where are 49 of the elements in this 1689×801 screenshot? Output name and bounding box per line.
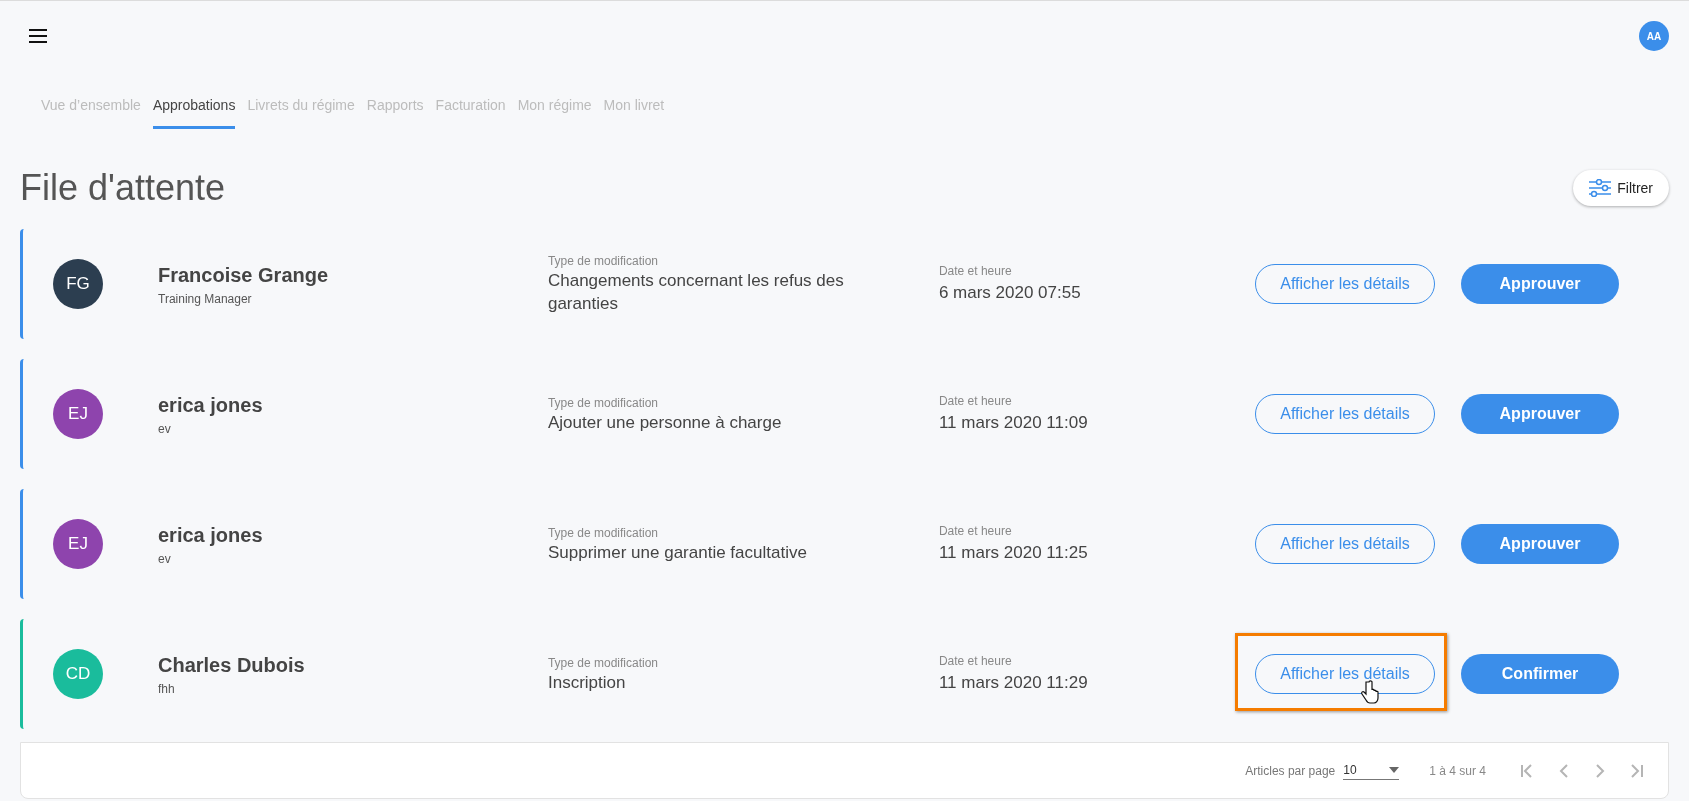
caret-icon — [1389, 767, 1400, 773]
field-label: Type de modification — [547, 394, 659, 412]
page-title: File d'attente — [20, 166, 225, 210]
avatar: EJ — [53, 519, 103, 569]
avatar: CD — [53, 649, 103, 699]
person-name: Charles Dubois — [158, 653, 306, 678]
person-role: Training Manager — [158, 291, 253, 308]
field-label: Date et heure — [938, 653, 1013, 671]
modification-type: Ajouter une personne à charge — [547, 411, 783, 434]
action-button[interactable]: Approuver — [1461, 394, 1619, 434]
avatar: EJ — [53, 389, 103, 439]
field-label: Type de modification — [547, 524, 659, 542]
range-text: 1 à 4 sur 4 — [1429, 762, 1486, 780]
nav-tab[interactable]: Approbations — [152, 95, 236, 129]
nav-tab[interactable]: Vue d’ensemble — [41, 95, 141, 129]
nav-tab[interactable]: Livrets du régime — [247, 95, 355, 129]
person-role: ev — [158, 421, 172, 438]
nav-tab[interactable]: Mon livret — [603, 95, 665, 129]
field-label: Date et heure — [938, 523, 1013, 541]
field-label: Type de modification — [547, 654, 659, 672]
field-label: Date et heure — [938, 263, 1013, 281]
date-time: 11 mars 2020 11:25 — [938, 542, 1089, 565]
action-button[interactable]: Approuver — [1461, 264, 1619, 304]
filter-button[interactable]: Filtrer — [1573, 170, 1669, 206]
avatar: FG — [53, 259, 103, 309]
date-time: 11 mars 2020 11:29 — [938, 672, 1089, 695]
hand-cursor-icon — [1361, 680, 1380, 704]
action-button[interactable]: Approuver — [1461, 524, 1619, 564]
person-name: erica jones — [158, 393, 264, 418]
date-time: 11 mars 2020 11:09 — [938, 412, 1089, 435]
nav-tab[interactable]: Rapports — [366, 95, 424, 129]
person-name: erica jones — [158, 523, 264, 548]
field-label: Date et heure — [938, 393, 1013, 411]
modification-type: Inscription — [547, 671, 627, 694]
nav-tab[interactable]: Mon régime — [517, 95, 592, 129]
date-time: 6 mars 2020 07:55 — [938, 282, 1082, 305]
menu-icon[interactable] — [28, 28, 48, 44]
field-label: Type de modification — [547, 253, 659, 271]
person-role: ev — [158, 551, 172, 568]
nav-tab[interactable]: Facturation — [435, 95, 506, 129]
person-role: fhh — [158, 681, 176, 698]
modification-type: Changements concernant les refus des garanties — [547, 270, 845, 315]
per-page-label: Articles par page — [1245, 762, 1336, 780]
user-avatar[interactable]: AA — [1639, 21, 1669, 51]
action-button[interactable]: Confirmer — [1461, 654, 1619, 694]
person-name: Francoise Grange — [158, 263, 330, 288]
per-page-select[interactable]: 10 — [1343, 761, 1400, 780]
modification-type: Supprimer une garantie facultative — [547, 541, 808, 564]
sliders-icon — [1589, 179, 1612, 197]
